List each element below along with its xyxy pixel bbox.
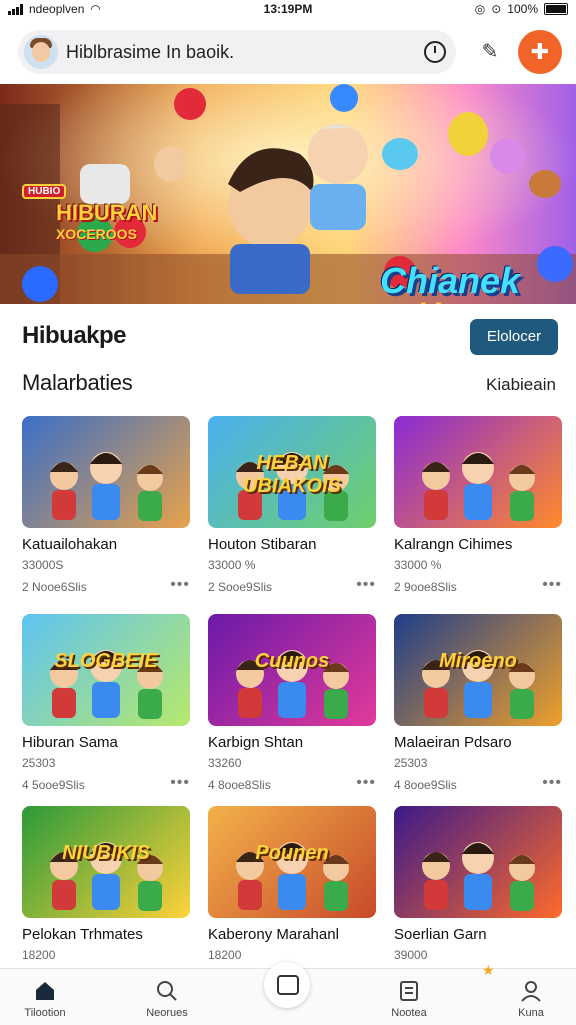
search-bar[interactable]: Hiblbrasime In baoik. bbox=[18, 30, 456, 74]
game-title: Houton Stibaran bbox=[208, 536, 317, 553]
game-title: Pelokan Trhmates bbox=[22, 926, 143, 943]
nav-label: Nootea bbox=[391, 1007, 427, 1019]
more-options-icon[interactable]: ••• bbox=[542, 774, 562, 792]
game-title: Katuailohakan bbox=[22, 536, 118, 553]
game-card[interactable]: Cuunos Karbign Shtan 33260 4 8ooe8Slis ••• bbox=[208, 614, 376, 804]
nav-label: Neorues bbox=[146, 1007, 188, 1019]
game-thumbnail[interactable]: NIUBIKIS bbox=[22, 806, 190, 918]
status-bar: ndeoplven ◠ 13:19PM ◎ ⊙ 100% bbox=[0, 0, 576, 20]
game-thumbnail[interactable]: Pounen bbox=[208, 806, 376, 918]
game-plays: 4 8ooe9Slis bbox=[394, 778, 457, 792]
center-play-button[interactable] bbox=[264, 962, 310, 1008]
game-rating: 33000S bbox=[22, 558, 64, 572]
game-thumbnail[interactable] bbox=[394, 806, 562, 918]
game-card[interactable]: Katuailohakan 33000S 2 Nooe6Slis ••• bbox=[22, 416, 190, 606]
nav-label: Tilootion bbox=[24, 1007, 66, 1019]
battery-icon bbox=[544, 3, 568, 15]
game-card[interactable]: Miroeno Malaeiran Pdsaro 25303 4 8ooe9Slis •… bbox=[394, 614, 562, 804]
game-title: Kaberony Marahanl bbox=[208, 926, 339, 943]
game-plays: 2 9ooe8Slis bbox=[394, 580, 457, 594]
game-plays: 2 Nooe6Slis bbox=[22, 580, 87, 594]
section-heading: Hibuakpe bbox=[22, 322, 127, 349]
gamepad-icon bbox=[277, 975, 299, 995]
alarm-icon: ⊙ bbox=[491, 2, 502, 16]
game-title: Malaeiran Pdsaro bbox=[394, 734, 512, 751]
game-rating: 33000 % bbox=[208, 558, 256, 572]
game-rating: 25303 bbox=[394, 756, 428, 770]
game-banner-text: NIUBIKIS bbox=[62, 842, 150, 864]
more-options-icon[interactable]: ••• bbox=[170, 774, 190, 792]
battery-percent: 100% bbox=[507, 2, 538, 16]
more-options-icon[interactable]: ••• bbox=[170, 576, 190, 594]
more-options-icon[interactable]: ••• bbox=[356, 576, 376, 594]
more-options-icon[interactable]: ••• bbox=[542, 576, 562, 594]
game-rating: 33000 % bbox=[394, 558, 442, 572]
banner-title: HIBURAN bbox=[56, 200, 158, 225]
game-thumbnail[interactable]: Miroeno bbox=[394, 614, 562, 726]
location-icon: ◎ bbox=[474, 2, 486, 16]
banner-badge: HUBIO bbox=[22, 184, 67, 199]
game-rating: 18200 bbox=[208, 948, 242, 962]
add-button[interactable]: ✚ bbox=[518, 30, 562, 74]
game-thumbnail[interactable]: SLOGBEIE bbox=[22, 614, 190, 726]
nav-item-search[interactable]: Neorues bbox=[122, 969, 212, 1025]
nav-item-profile[interactable]: Kuna bbox=[486, 969, 576, 1025]
wrench-icon[interactable]: ✎ bbox=[476, 38, 504, 66]
search-input[interactable]: Hiblbrasime In baoik. bbox=[66, 42, 234, 63]
game-rating: 33260 bbox=[208, 756, 242, 770]
game-banner-text: Cuunos bbox=[254, 650, 330, 672]
game-title: Kalrangn Cihimes bbox=[394, 536, 513, 553]
banner-subtitle: XOCEROOS bbox=[56, 226, 137, 242]
game-banner-text: Pounen bbox=[255, 842, 329, 864]
game-thumbnail[interactable] bbox=[394, 416, 562, 528]
game-card[interactable]: SLOGBEIE Hiburan Sama 25303 4 5ooe9Slis ••• bbox=[22, 614, 190, 804]
game-thumbnail[interactable] bbox=[22, 416, 190, 528]
view-all-link[interactable]: Kiabieain bbox=[486, 375, 556, 395]
more-options-icon[interactable]: ••• bbox=[356, 774, 376, 792]
game-rating: 18200 bbox=[22, 948, 56, 962]
nav-item-news[interactable]: Nootea bbox=[364, 969, 454, 1025]
history-icon[interactable] bbox=[424, 41, 446, 63]
game-title: Soerlian Garn bbox=[394, 926, 487, 943]
game-plays: 4 8ooe8Slis bbox=[208, 778, 271, 792]
subsection-heading: Malarbaties bbox=[22, 370, 133, 395]
game-art bbox=[422, 452, 535, 521]
game-title: Karbign Shtan bbox=[208, 734, 304, 751]
game-thumbnail[interactable]: HEBAN UBIAKOIS bbox=[208, 416, 376, 528]
game-plays: 4 5ooe9Slis bbox=[22, 778, 85, 792]
game-rating: 25303 bbox=[22, 756, 56, 770]
game-banner-text: SLOGBEIE bbox=[54, 650, 158, 672]
game-card[interactable]: HEBAN UBIAKOIS Houton Stibaran 33000 % 2 So… bbox=[208, 416, 376, 606]
hero-banner[interactable]: HUBIO HIBURAN XOCEROOS Chianek Yames bbox=[0, 84, 576, 304]
game-thumbnail[interactable]: Cuunos bbox=[208, 614, 376, 726]
game-art bbox=[422, 842, 535, 911]
game-banner-text: HEBAN UBIAKOIS bbox=[243, 452, 341, 497]
game-title: Hiburan Sama bbox=[22, 734, 118, 751]
star-icon: ★ bbox=[482, 962, 495, 978]
profile-icon bbox=[521, 981, 541, 1002]
search-icon bbox=[157, 981, 177, 1001]
explore-button[interactable]: Elolocer bbox=[470, 319, 558, 355]
banner-logo-line2: Yames bbox=[418, 296, 520, 304]
game-rating: 39000 bbox=[394, 948, 428, 962]
document-icon bbox=[400, 981, 418, 1001]
game-card[interactable]: Kalrangn Cihimes 33000 % 2 9ooe8Slis ••• bbox=[394, 416, 562, 606]
game-art bbox=[50, 452, 163, 521]
nav-item-home[interactable]: Tilootion bbox=[0, 969, 90, 1025]
game-plays: 2 Sooe9Slis bbox=[208, 580, 273, 594]
home-icon bbox=[36, 982, 54, 1000]
game-banner-text: Miroeno bbox=[439, 650, 517, 672]
avatar[interactable] bbox=[24, 35, 58, 69]
nav-label: Kuna bbox=[518, 1007, 544, 1019]
